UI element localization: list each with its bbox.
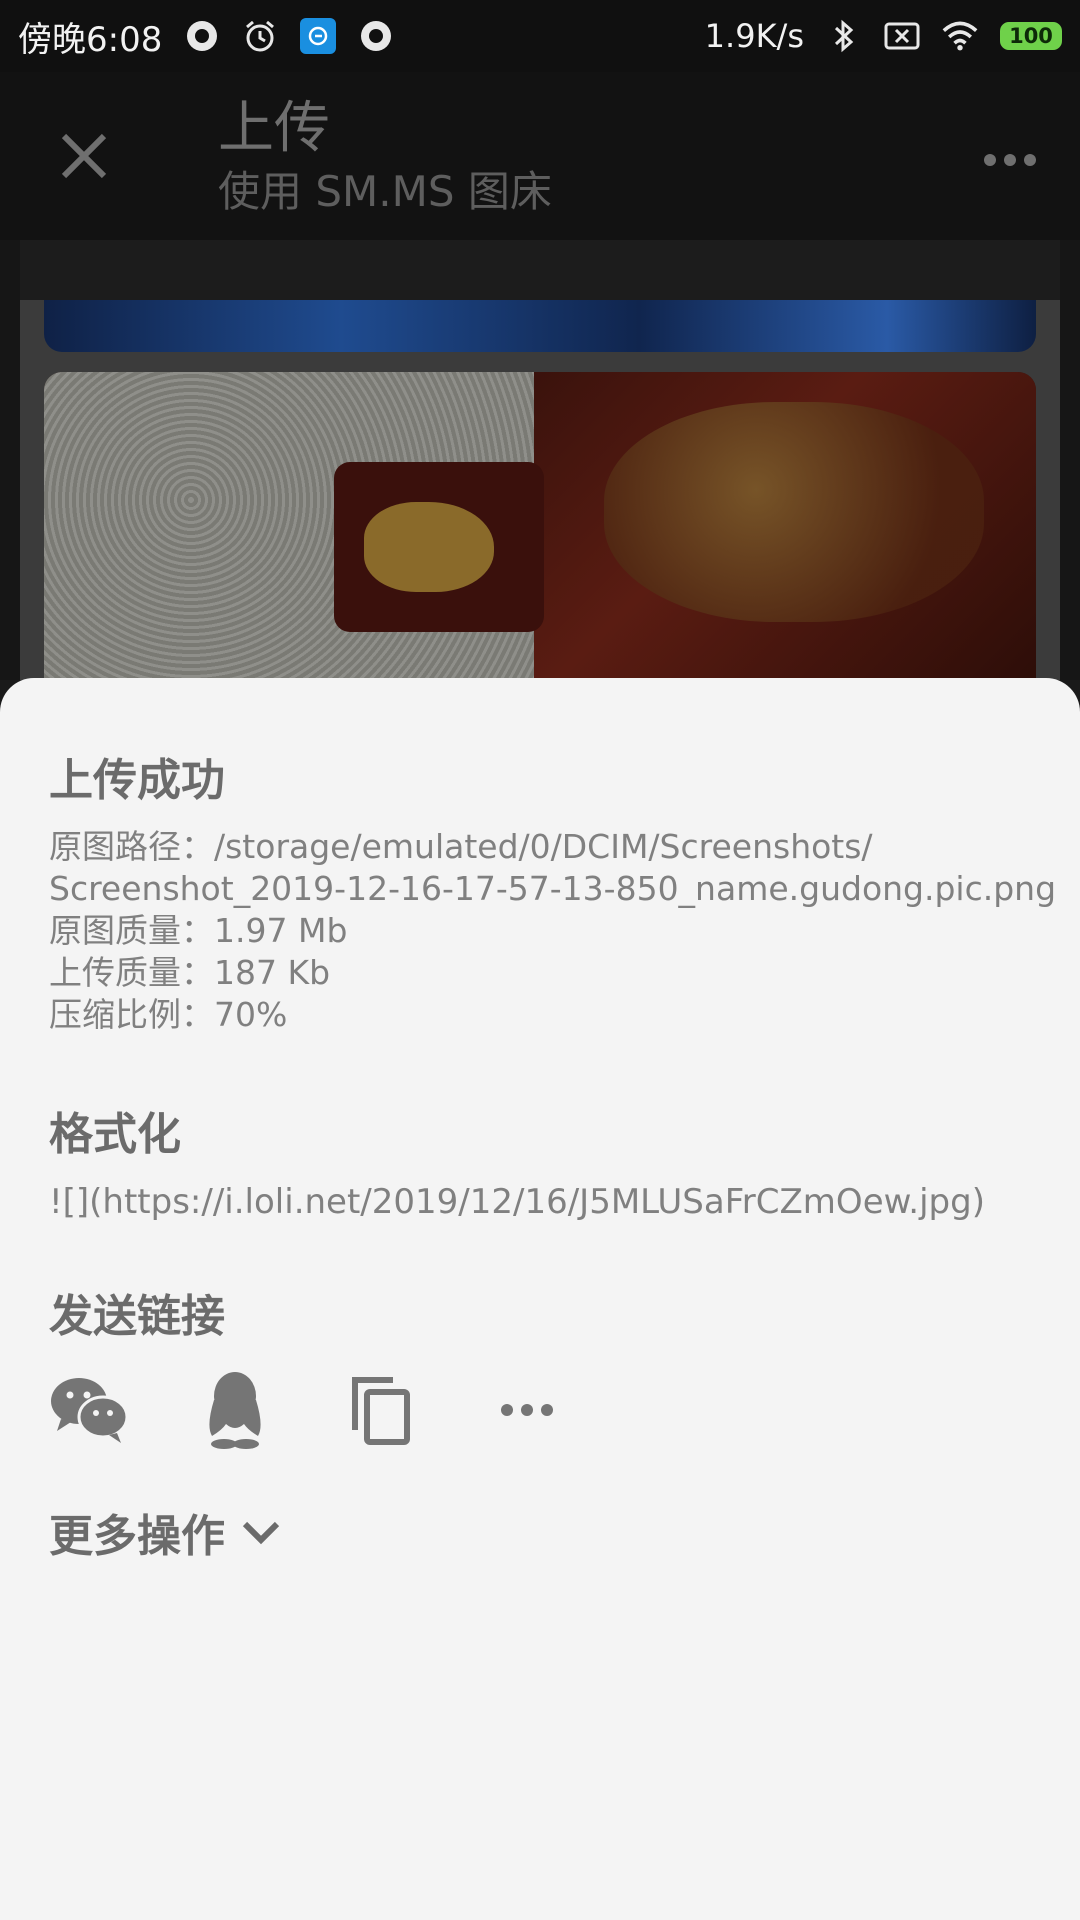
wechat-icon — [51, 1378, 129, 1443]
network-speed: 1.9K/s — [704, 17, 804, 55]
original-size: 原图质量：1.97 Mb — [49, 911, 348, 950]
upload-info: 原图路径：/storage/emulated/0/DCIM/Screenshot… — [49, 826, 1057, 1036]
app-bar: 上传 使用 SM.MS 图床 — [0, 72, 1080, 240]
formatted-link[interactable]: ![](https://i.loli.net/2019/12/16/J5MLUS… — [49, 1182, 985, 1222]
background-photo — [44, 372, 1036, 692]
background-content — [0, 240, 1080, 692]
more-actions-label: 更多操作 — [49, 1511, 225, 1562]
qq-icon — [209, 1372, 261, 1449]
photo-beef — [604, 402, 984, 622]
page-subtitle: 使用 SM.MS 图床 — [218, 167, 552, 216]
upload-result-sheet: 上传成功 原图路径：/storage/emulated/0/DCIM/Scree… — [0, 678, 1080, 1920]
record-icon — [184, 18, 220, 54]
photo-pickle — [364, 502, 494, 592]
record-icon-2 — [358, 18, 394, 54]
overflow-menu-button[interactable] — [980, 140, 1040, 180]
app-notification-icon — [300, 18, 337, 54]
share-wechat-button[interactable] — [49, 1370, 129, 1450]
alarm-icon — [242, 18, 278, 54]
more-vert-icon — [984, 154, 1036, 166]
copy-link-button[interactable] — [341, 1370, 421, 1450]
success-title: 上传成功 — [49, 755, 225, 806]
background-image-preview — [44, 300, 1036, 352]
battery-indicator: 100 — [1000, 22, 1062, 50]
copy-icon — [352, 1377, 410, 1445]
screen: 傍晚6:08 1.9K/s 100 上传 使用 SM.MS 图床 上传成功 原图… — [0, 0, 1080, 1920]
background-header-strip — [20, 240, 1060, 300]
bluetooth-icon — [826, 18, 862, 54]
format-title: 格式化 — [49, 1109, 181, 1160]
status-left: 傍晚6:08 — [18, 12, 394, 61]
no-sim-icon — [884, 18, 920, 54]
share-qq-button[interactable] — [195, 1370, 275, 1450]
close-button[interactable] — [58, 130, 110, 182]
more-actions-toggle[interactable]: 更多操作 — [49, 1500, 281, 1564]
wifi-icon — [942, 18, 978, 54]
share-more-button[interactable] — [487, 1370, 567, 1450]
status-right: 1.9K/s 100 — [705, 17, 1062, 55]
status-time: 傍晚6:08 — [18, 19, 163, 60]
page-title: 上传 — [218, 96, 330, 161]
title-block: 上传 使用 SM.MS 图床 — [218, 94, 552, 220]
send-link-title: 发送链接 — [49, 1291, 225, 1342]
original-path-line2: Screenshot_2019-12-16-17-57-13-850_name.… — [49, 869, 1057, 908]
status-bar: 傍晚6:08 1.9K/s 100 — [0, 0, 1080, 72]
uploaded-size: 上传质量：187 Kb — [49, 953, 331, 992]
close-icon — [61, 133, 107, 179]
original-path-line1: 原图路径：/storage/emulated/0/DCIM/Screenshot… — [49, 827, 873, 866]
more-horiz-icon — [501, 1404, 553, 1416]
compression-ratio: 压缩比例：70% — [49, 995, 288, 1034]
chevron-down-icon — [242, 1521, 280, 1545]
